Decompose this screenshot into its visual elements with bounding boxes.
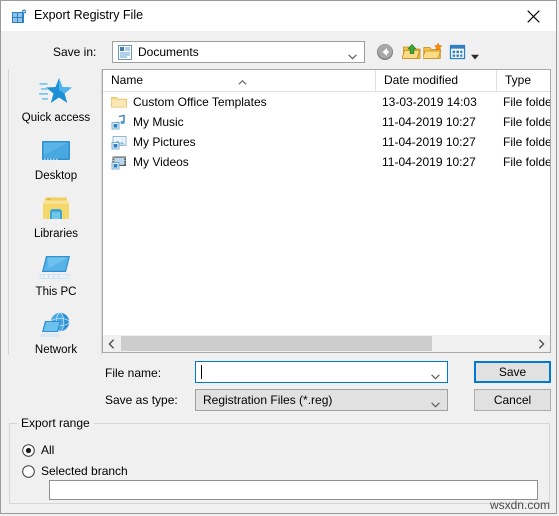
export-range-legend: Export range: [17, 416, 94, 430]
table-row[interactable]: My Videos 11-04-2019 10:27 File folder: [103, 152, 550, 172]
save-as-type-label: Save as type:: [105, 393, 178, 407]
file-name-cell: My Music: [111, 112, 184, 132]
file-type-cell: File folder: [503, 135, 551, 149]
back-button[interactable]: [375, 42, 395, 62]
place-label: Network: [34, 344, 78, 356]
file-date-cell: 13-03-2019 14:03: [382, 95, 477, 109]
libraries-folder-icon: [9, 191, 103, 225]
scrollbar-thumb[interactable]: [121, 336, 432, 351]
network-globe-icon: [9, 307, 103, 341]
file-list[interactable]: Name Date modified Type Custom Office Te…: [102, 69, 551, 335]
file-name-label: File name:: [105, 366, 162, 380]
save-as-type-value: Registration Files (*.reg): [203, 393, 333, 407]
place-label: Libraries: [33, 228, 79, 240]
watermark: wsxdn.com: [489, 498, 550, 512]
chevron-down-icon: [348, 49, 357, 60]
radio-export-all[interactable]: All: [22, 442, 54, 458]
place-label: Quick access: [21, 112, 91, 124]
file-name-label: My Pictures: [133, 135, 196, 149]
file-name-label: My Videos: [133, 155, 189, 169]
music-folder-icon: [111, 114, 127, 130]
this-pc-icon: [9, 249, 103, 283]
column-header-name[interactable]: Name: [103, 70, 375, 91]
column-header-type-label: Type: [505, 73, 532, 87]
desktop-monitor-icon: [9, 133, 103, 167]
file-type-cell: File folder: [503, 155, 551, 169]
column-header-date-modified[interactable]: Date modified: [375, 70, 496, 91]
place-item-network[interactable]: Network: [9, 305, 103, 363]
file-name-cell: Custom Office Templates: [111, 92, 267, 112]
file-list-header: Name Date modified Type: [103, 70, 550, 92]
scroll-left-arrow-icon[interactable]: [103, 335, 120, 352]
title-bar: Export Registry File: [1, 1, 556, 31]
place-item-libraries[interactable]: Libraries: [9, 189, 103, 247]
radio-label: Selected branch: [41, 464, 128, 478]
scroll-right-arrow-icon[interactable]: [533, 335, 550, 352]
quick-access-star-icon: [9, 75, 103, 109]
new-folder-button[interactable]: [421, 42, 443, 62]
place-item-this-pc[interactable]: This PC: [9, 247, 103, 305]
file-name-input[interactable]: [195, 361, 448, 383]
save-in-label: Save in:: [53, 45, 97, 59]
chevron-down-icon[interactable]: [431, 397, 440, 408]
registry-editor-icon: [11, 9, 27, 25]
file-list-rows: Custom Office Templates 13-03-2019 14:03…: [103, 92, 550, 172]
close-button[interactable]: [510, 1, 556, 31]
chevron-down-icon[interactable]: [431, 369, 440, 380]
radio-unselected-icon: [22, 464, 35, 478]
place-item-desktop[interactable]: Desktop: [9, 131, 103, 189]
column-header-name-label: Name: [111, 73, 144, 87]
column-header-type[interactable]: Type: [496, 70, 550, 91]
file-date-cell: 11-04-2019 10:27: [382, 115, 476, 129]
column-header-date-label: Date modified: [384, 73, 459, 87]
file-name-label: Custom Office Templates: [133, 95, 267, 109]
videos-folder-icon: [111, 154, 127, 170]
table-row[interactable]: My Music 11-04-2019 10:27 File folder: [103, 112, 550, 132]
save-as-type-combobox[interactable]: Registration Files (*.reg): [195, 389, 448, 411]
place-item-quick-access[interactable]: Quick access: [9, 73, 103, 131]
sort-ascending-icon: [238, 71, 247, 85]
save-in-combobox[interactable]: Documents: [112, 41, 365, 63]
horizontal-scrollbar[interactable]: [102, 335, 551, 353]
file-type-cell: File folder: [503, 115, 551, 129]
views-button[interactable]: [448, 42, 470, 62]
folder-icon: [111, 94, 127, 110]
radio-label: All: [41, 443, 55, 457]
table-row[interactable]: My Pictures 11-04-2019 10:27 File folder: [103, 132, 550, 152]
radio-selected-icon: [22, 443, 35, 457]
save-button[interactable]: Save: [474, 361, 551, 383]
window-title: Export Registry File: [34, 8, 144, 22]
pictures-folder-icon: [111, 134, 127, 150]
file-type-cell: File folder: [503, 95, 551, 109]
up-one-level-button[interactable]: [401, 42, 422, 62]
place-label: This PC: [35, 286, 77, 298]
table-row[interactable]: Custom Office Templates 13-03-2019 14:03…: [103, 92, 550, 112]
file-name-cell: My Videos: [111, 152, 189, 172]
text-cursor: [201, 365, 202, 379]
file-date-cell: 11-04-2019 10:27: [382, 135, 476, 149]
file-name-cell: My Pictures: [111, 132, 196, 152]
cancel-button[interactable]: Cancel: [474, 389, 551, 411]
file-date-cell: 11-04-2019 10:27: [382, 155, 476, 169]
radio-export-selected-branch[interactable]: Selected branch: [22, 463, 128, 479]
places-bar: Quick access Desktop Libraries This PC N…: [8, 69, 103, 356]
views-chevron-down-icon[interactable]: [471, 49, 479, 60]
place-label: Desktop: [34, 170, 78, 182]
export-registry-file-dialog: Export Registry File Save in: Documents: [0, 0, 557, 514]
documents-folder-icon: [118, 45, 132, 60]
selected-branch-input[interactable]: [49, 480, 538, 500]
file-name-label: My Music: [133, 115, 184, 129]
save-in-value: Documents: [138, 45, 199, 59]
